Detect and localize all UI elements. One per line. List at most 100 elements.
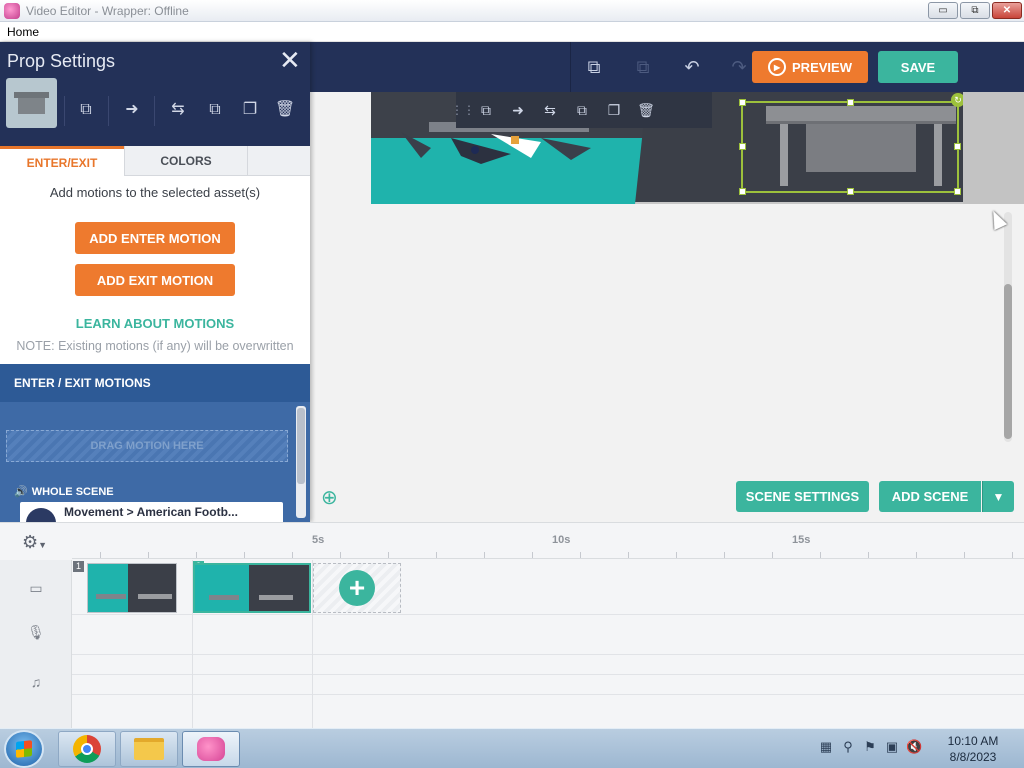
ruler-tick [820,552,821,558]
add-scene-dropdown[interactable]: ▼ [982,481,1014,512]
add-enter-motion-button[interactable]: ADD ENTER MOTION [75,222,235,254]
scene-thumbnail-1[interactable] [87,563,177,613]
zoom-in-icon[interactable]: ⊕ [321,485,345,509]
taskbar-clock[interactable]: 10:10 AM 8/8/2023 [940,733,1006,765]
plus-icon[interactable]: + [339,570,375,606]
ruler-tick [1012,552,1013,558]
delete-icon[interactable]: 🗑 [630,92,662,128]
panel-tabs: ENTER/EXIT COLORS [0,146,310,176]
scrollbar-thumb[interactable] [297,408,305,484]
add-exit-motion-button[interactable]: ADD EXIT MOTION [75,264,235,296]
taskbar-chrome[interactable] [58,731,116,767]
motion-icon[interactable]: ➜ [502,92,534,128]
motion-list-item[interactable]: Movement > American Footb... [20,502,283,522]
thumb-desk-body [18,98,45,114]
undo-icon[interactable]: ↶ [681,56,703,78]
speaker-icon: 🔊 [14,486,28,498]
taskbar-file-explorer[interactable] [120,731,178,767]
scene-thumbnail-2[interactable] [193,563,311,613]
redo-icon[interactable]: ↷ [728,56,750,78]
copy-icon[interactable]: ⧉ [583,56,605,78]
paste-icon[interactable]: ⧉ [632,56,654,78]
close-icon[interactable]: ✕ [279,47,301,73]
drag-motion-dropzone[interactable]: DRAG MOTION HERE [6,430,288,462]
minimize-button[interactable]: ▭ [928,2,958,19]
thumb-desk [259,595,293,600]
system-tray: ▦ ⚲ ⚑ ▣ 🔇 [818,739,922,755]
menu-home[interactable]: Home [0,25,46,39]
ruler-tick [100,552,101,558]
resize-handle[interactable] [739,99,746,106]
header-divider [64,96,65,126]
ruler-tick [292,552,293,558]
learn-about-motions-link[interactable]: LEARN ABOUT MOTIONS [0,316,310,331]
window-controls: ▭ ⧉ ✕ [928,2,1022,19]
folder-icon [134,738,164,760]
whole-scene-label: WHOLE SCENE [31,485,114,498]
motions-header: ENTER / EXIT MOTIONS [0,364,310,402]
stage-scrollbar[interactable] [1004,212,1012,442]
ruler-tick [484,552,485,558]
scene-preview[interactable]: ⋮⋮ ⧉ ➜ ⇆ ⧉ ❐ 🗑 ↻ ↓ [371,92,978,204]
ruler-tick [196,552,197,558]
resize-handle[interactable] [739,188,746,195]
characters-graphic[interactable] [391,128,611,168]
preview-button[interactable]: ▶ PREVIEW [752,51,868,83]
copy-icon[interactable]: ⧉ [203,98,227,122]
resize-handle[interactable] [847,99,854,106]
stage-canvas[interactable]: ⋮⋮ ⧉ ➜ ⇆ ⧉ ❐ 🗑 ↻ ↓ ⊕ S [310,92,1024,522]
timeline-settings-icon[interactable]: ⚙▼ [22,532,47,553]
motions-scrollbar[interactable] [296,406,306,518]
timeline-ruler[interactable]: 5s 10s 15s [72,523,1024,559]
ruler-label-5s: 5s [312,534,325,546]
volume-muted-icon[interactable]: 🔇 [906,739,922,755]
resize-handle[interactable] [739,143,746,150]
ruler-tick [436,552,437,558]
swap-icon[interactable]: ⧉ [74,98,98,122]
display-tray-icon[interactable]: ▣ [884,739,900,755]
video-track-icon: ▭ [29,580,43,596]
grip-icon[interactable]: ⋮⋮ [451,92,475,128]
add-scene-slot[interactable]: + [313,563,401,613]
swap-icon[interactable]: ⧉ [470,92,502,128]
tab-colors[interactable]: COLORS [124,146,248,176]
clock-time: 10:10 AM [947,734,999,748]
close-window-button[interactable]: ✕ [992,2,1022,19]
scrollbar-thumb[interactable] [1004,284,1012,439]
duplicate-icon[interactable]: ❐ [598,92,630,128]
chevron-down-icon: ▼ [38,540,48,550]
selection-box[interactable] [739,99,961,195]
ruler-label-15s: 15s [792,534,811,546]
copy-icon[interactable]: ⧉ [566,92,598,128]
tab-enter-exit[interactable]: ENTER/EXIT [0,146,124,176]
panel-header: Prop Settings ✕ ⧉ ➜ ⇆ ⧉ ❐ 🗑 [0,42,310,146]
overwrite-note: NOTE: Existing motions (if any) will be … [16,339,294,353]
clock-date: 8/8/2023 [949,750,997,764]
delete-icon[interactable]: 🗑 [273,98,297,122]
resize-handle[interactable] [954,143,961,150]
ruler-label-10s: 10s [552,534,571,546]
duplicate-icon[interactable]: ❐ [238,98,262,122]
track-divider [72,694,1024,695]
scene-settings-button[interactable]: SCENE SETTINGS [736,481,869,512]
resize-handle[interactable] [954,188,961,195]
network-tray-icon[interactable]: ▦ [818,739,834,755]
ruler-tick [148,552,149,558]
search-tray-icon[interactable]: ⚲ [840,739,856,755]
taskbar-wrapper-offline[interactable] [182,731,240,767]
thumb-dark-half [249,565,309,611]
add-scene-button[interactable]: ADD SCENE [879,481,981,512]
resize-handle[interactable] [847,188,854,195]
window-title: Video Editor - Wrapper: Offline [26,3,189,18]
prop-settings-panel: Prop Settings ✕ ⧉ ➜ ⇆ ⧉ ❐ 🗑 ENTER/EXIT C… [0,42,310,522]
flag-tray-icon[interactable]: ⚑ [862,739,878,755]
save-button[interactable]: SAVE [878,51,958,83]
motions-list[interactable]: DRAG MOTION HERE 🔊 WHOLE SCENE Movement … [0,402,310,522]
track-divider [72,614,1024,615]
motion-icon[interactable]: ➜ [120,98,144,122]
maximize-button[interactable]: ⧉ [960,2,990,19]
start-button[interactable] [4,730,44,768]
flip-icon[interactable]: ⇆ [534,92,566,128]
flip-icon[interactable]: ⇆ [166,98,190,122]
preview-label: PREVIEW [792,59,852,75]
